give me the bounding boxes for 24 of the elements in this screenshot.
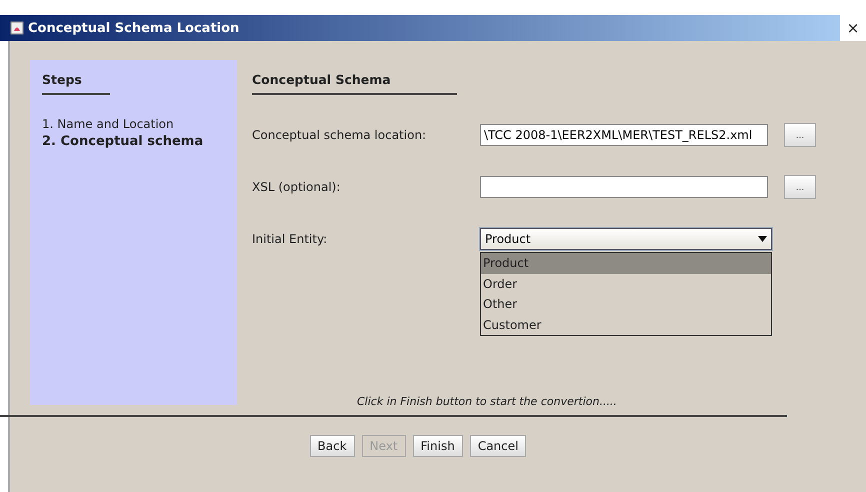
dropdown-option[interactable]: Product [481,253,771,274]
app-icon [10,21,24,35]
dropdown-option[interactable]: Customer [481,314,771,335]
step-item: 1. Name and Location [42,117,175,131]
caret-icon [758,236,767,242]
dialog-button[interactable]: Cancel [470,435,526,457]
field-label: XSL (optional): [252,180,342,194]
field-label: Conceptual schema location: [252,128,428,142]
entity-dropdown[interactable]: Product [480,228,772,250]
browse-button[interactable]: ... [784,123,816,147]
close-icon[interactable]: × [840,19,866,37]
field-label: Initial Entity: [252,232,328,246]
dialog-button[interactable]: Back [310,435,355,457]
section-heading: Conceptual Schema [252,72,457,95]
dialog-button[interactable]: Finish [412,435,463,457]
steps-heading: Steps [42,72,110,95]
step-item: 2. Conceptual schema [42,134,204,149]
browse-button[interactable]: ... [784,175,816,199]
text-field[interactable]: \TCC 2008-1\EER2XML\MER\TEST_RELS2.xml [480,124,768,146]
text-field[interactable] [480,176,768,198]
window-title: Conceptual Schema Location [28,20,240,36]
dropdown-option[interactable]: Order [481,274,771,294]
dropdown-option[interactable]: Other [481,294,771,314]
hint-text: Click in Finish button to start the convertion..... [357,395,618,408]
